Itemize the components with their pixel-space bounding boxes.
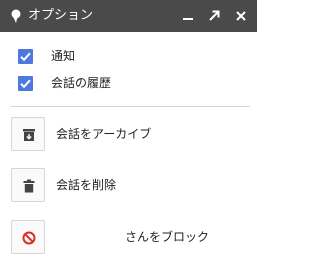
divider bbox=[11, 106, 250, 107]
close-button[interactable] bbox=[233, 8, 249, 24]
history-checkbox[interactable] bbox=[18, 76, 33, 91]
window-title: オプション bbox=[28, 8, 94, 23]
minimize-icon bbox=[183, 18, 193, 20]
archive-icon bbox=[23, 129, 35, 141]
block-action[interactable]: さんをブロック bbox=[11, 220, 250, 254]
close-icon bbox=[236, 11, 246, 21]
block-button[interactable] bbox=[11, 220, 45, 254]
notify-label: 通知 bbox=[51, 49, 76, 63]
block-label: さんをブロック bbox=[125, 230, 210, 244]
history-setting[interactable]: 会話の履歴 bbox=[18, 74, 158, 94]
archive-button[interactable] bbox=[11, 117, 45, 151]
popout-button[interactable] bbox=[206, 8, 222, 24]
history-label: 会話の履歴 bbox=[51, 76, 112, 90]
archive-action[interactable]: 会話をアーカイブ bbox=[11, 117, 250, 151]
checkmark-icon bbox=[20, 79, 31, 89]
notify-checkbox[interactable] bbox=[18, 49, 33, 64]
trash-icon bbox=[23, 179, 35, 193]
delete-action[interactable]: 会話を削除 bbox=[11, 168, 250, 202]
delete-button[interactable] bbox=[11, 168, 45, 202]
popout-icon bbox=[209, 10, 220, 21]
window-titlebar: オプション bbox=[0, 0, 257, 32]
block-icon bbox=[22, 231, 36, 245]
checkmark-icon bbox=[20, 52, 31, 62]
archive-label: 会話をアーカイブ bbox=[56, 127, 152, 141]
delete-label: 会話を削除 bbox=[56, 178, 117, 192]
chat-bubble-icon bbox=[11, 9, 21, 24]
notify-setting[interactable]: 通知 bbox=[18, 47, 118, 67]
minimize-button[interactable] bbox=[180, 8, 196, 24]
